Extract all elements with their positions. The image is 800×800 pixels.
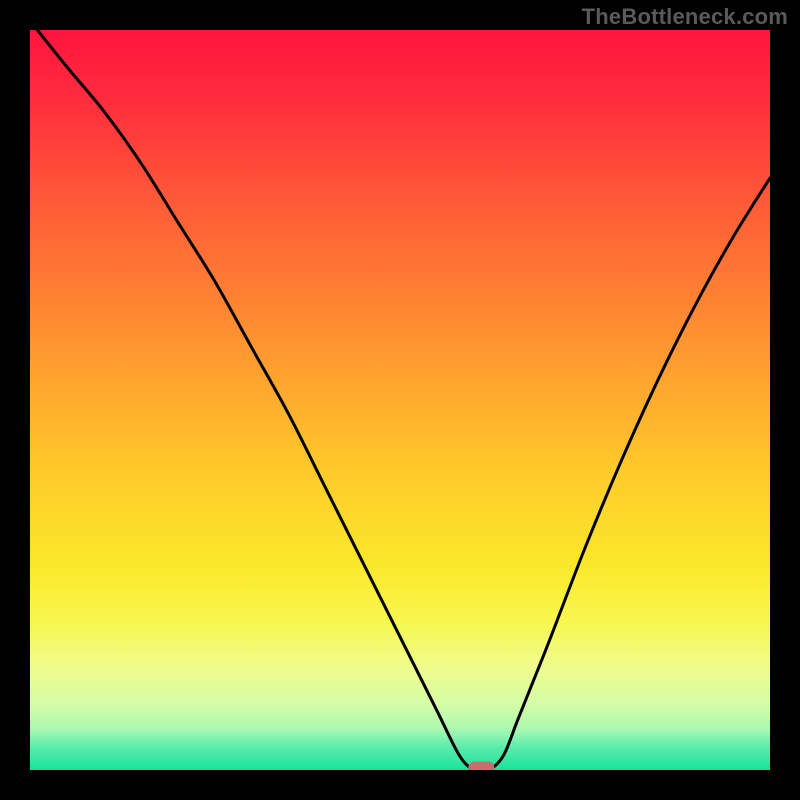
gradient-background xyxy=(30,30,770,770)
optimal-point-marker xyxy=(468,762,494,775)
watermark-text: TheBottleneck.com xyxy=(582,4,788,30)
bottleneck-chart xyxy=(0,0,800,800)
chart-frame: TheBottleneck.com xyxy=(0,0,800,800)
